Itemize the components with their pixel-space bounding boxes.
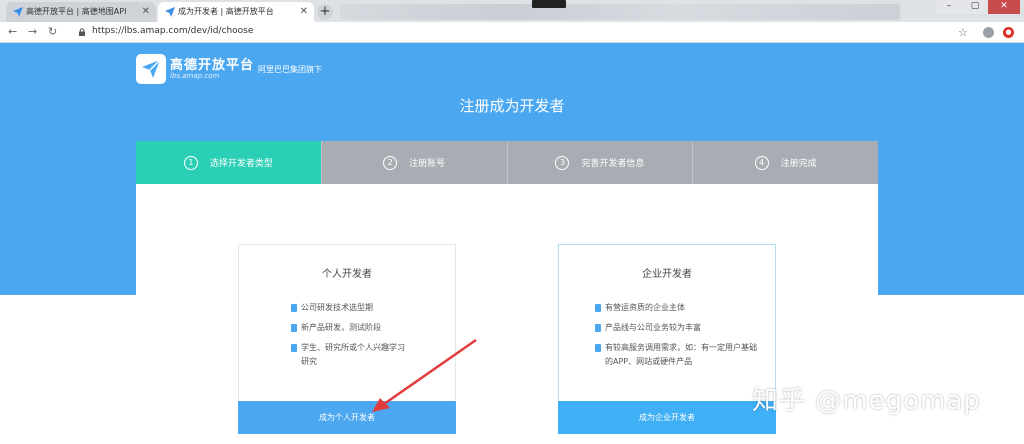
annotation-arrow-icon xyxy=(372,338,477,412)
watermark: 知乎 @megomap xyxy=(752,386,981,416)
